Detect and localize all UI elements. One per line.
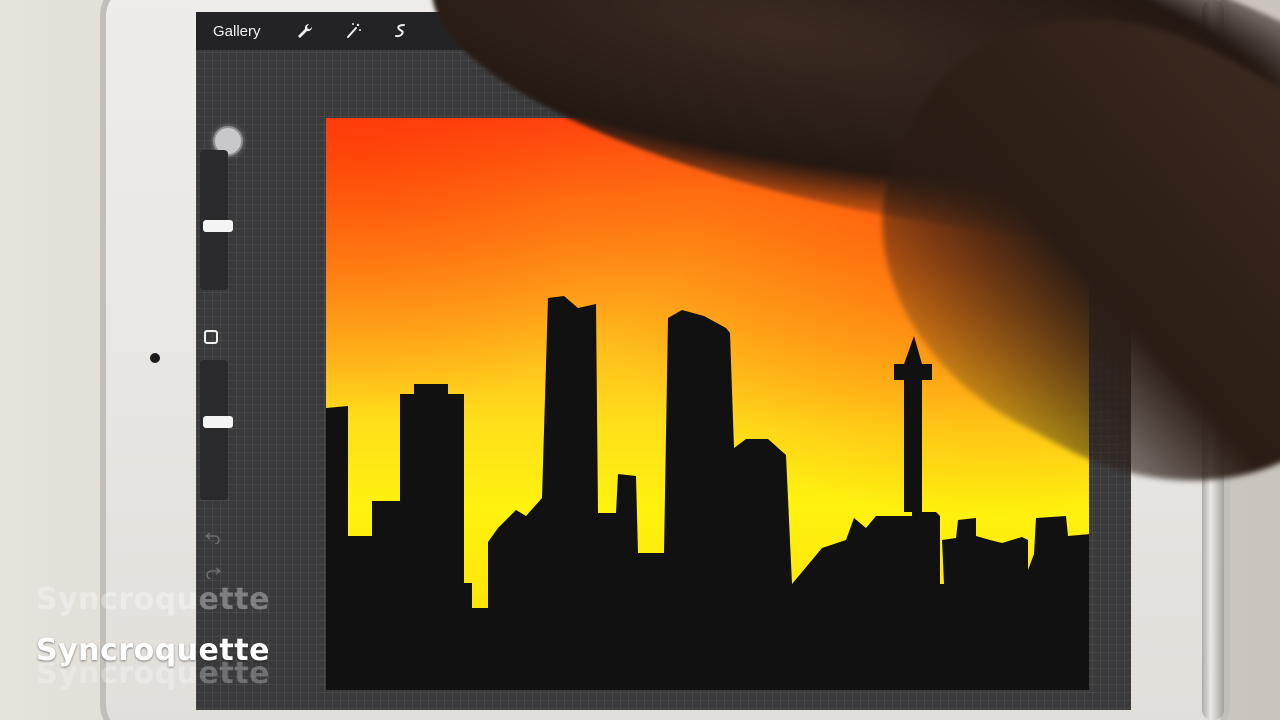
video-frame: Gallery Syncroquette Syncroquette Syncro… — [0, 0, 1280, 720]
undo-icon[interactable] — [205, 530, 221, 544]
brush-opacity-slider[interactable] — [200, 360, 233, 500]
modify-button-icon[interactable] — [204, 330, 218, 344]
brush-size-slider[interactable] — [200, 150, 233, 290]
watermark-ghost-top: Syncroquette — [36, 582, 270, 617]
brush-size-thumb[interactable] — [203, 220, 233, 232]
magic-wand-icon[interactable] — [329, 12, 377, 50]
channel-watermark: Syncroquette — [36, 633, 270, 668]
wrench-icon[interactable] — [281, 12, 329, 50]
camera-icon — [150, 353, 160, 363]
brush-opacity-thumb[interactable] — [203, 416, 233, 428]
redo-icon[interactable] — [205, 565, 221, 579]
left-sidebar — [196, 50, 243, 590]
gallery-button[interactable]: Gallery — [213, 23, 261, 40]
selection-icon[interactable] — [377, 12, 425, 50]
